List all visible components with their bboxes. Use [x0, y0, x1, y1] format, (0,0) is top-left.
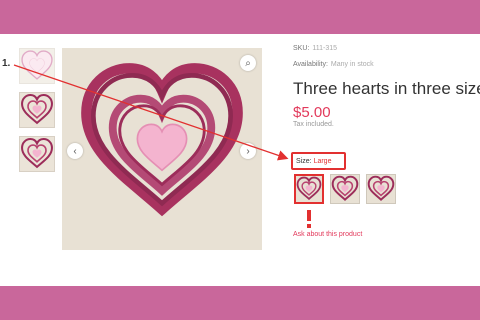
- size-label: Size:: [296, 158, 312, 165]
- product-price: $5.00: [293, 104, 331, 121]
- availability-value: Many in stock: [330, 61, 374, 68]
- product-main-image[interactable]: ⌕ ‹ ›: [62, 48, 262, 250]
- availability-line: Availability: Many in stock: [293, 61, 374, 68]
- chevron-right-icon[interactable]: ›: [240, 143, 256, 159]
- heart-swatch-icon: [367, 175, 395, 201]
- ask-about-product-link[interactable]: Ask about this product: [293, 231, 362, 238]
- heart-swatch-icon: [331, 175, 359, 201]
- heart-thumbnail-icon: [21, 50, 53, 80]
- product-title: Three hearts in three sizes: [293, 79, 480, 98]
- size-selected-value: Large: [313, 158, 332, 165]
- tax-note: Tax included.: [293, 121, 334, 128]
- size-swatch-medium[interactable]: [330, 174, 360, 204]
- top-band: [0, 0, 480, 34]
- chevron-left-icon[interactable]: ‹: [67, 143, 83, 159]
- thumbnail-3[interactable]: [19, 136, 55, 172]
- size-swatch-small[interactable]: [366, 174, 396, 204]
- sku-line: SKU: 111-315: [293, 45, 337, 52]
- sku-value: 111-315: [312, 45, 337, 52]
- thumbnail-1[interactable]: [19, 48, 55, 84]
- size-swatch-large[interactable]: [294, 174, 324, 204]
- thumbnail-2[interactable]: [19, 92, 55, 128]
- availability-label: Availability:: [293, 61, 328, 68]
- three-hearts-embroidery-image: [62, 48, 262, 250]
- bottom-band: [0, 286, 480, 320]
- annotation-step-label: 1.: [2, 58, 11, 69]
- exclamation-dot: [307, 224, 311, 228]
- heart-thumbnail-icon: [21, 138, 53, 168]
- heart-thumbnail-icon: [21, 94, 53, 124]
- size-selector-label: Size: Large: [291, 152, 346, 170]
- exclamation-icon: [307, 210, 311, 221]
- heart-swatch-icon: [296, 176, 322, 200]
- zoom-icon[interactable]: ⌕: [240, 55, 256, 71]
- sku-label: SKU:: [293, 45, 310, 52]
